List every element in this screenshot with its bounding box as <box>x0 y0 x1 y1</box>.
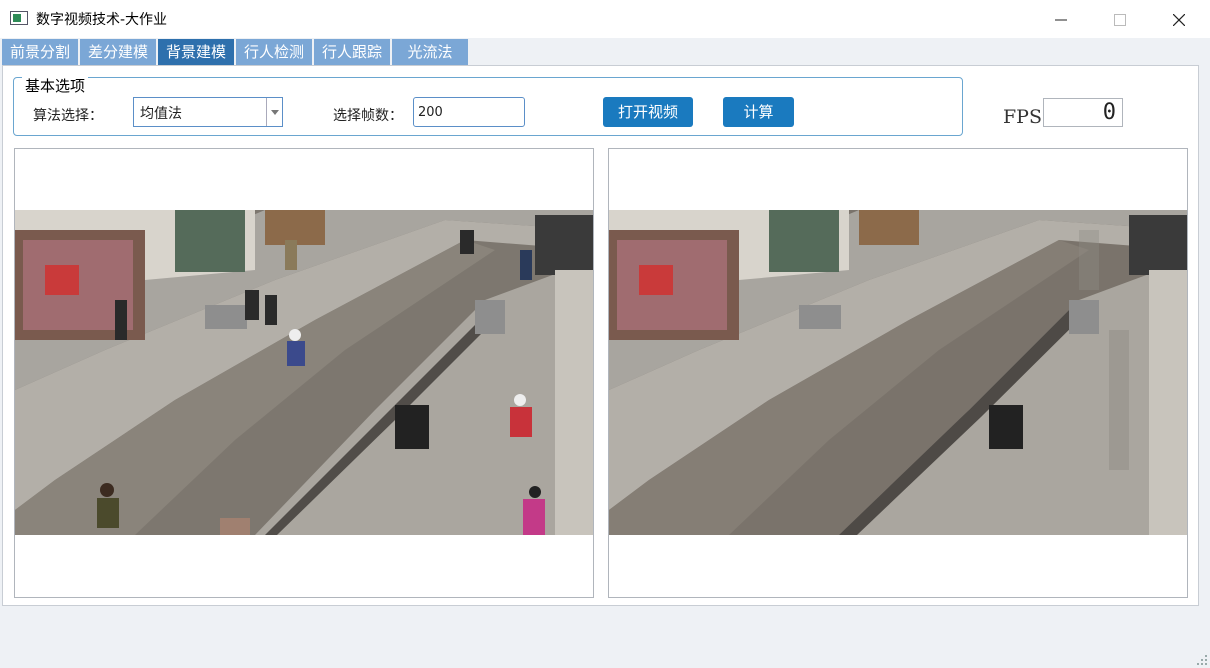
tab-foreground-segmentation[interactable]: 前景分割 <box>2 39 78 65</box>
algorithm-select[interactable]: 均值法 <box>133 97 283 127</box>
tab-pedestrian-tracking[interactable]: 行人跟踪 <box>314 39 390 65</box>
algorithm-label: 算法选择： <box>33 108 103 124</box>
background-model-frame <box>608 148 1188 598</box>
compute-button[interactable]: 计算 <box>723 97 794 127</box>
tab-pedestrian-detection[interactable]: 行人检测 <box>236 39 312 65</box>
fps-value: 0 <box>1102 100 1116 125</box>
background-model-image <box>609 210 1187 535</box>
group-title: 基本选项 <box>22 75 89 96</box>
frames-input-box[interactable] <box>413 97 525 127</box>
maximize-icon[interactable] <box>1097 0 1143 38</box>
algorithm-value: 均值法 <box>140 106 182 122</box>
original-video-image <box>15 210 593 535</box>
tab-background-modeling[interactable]: 背景建模 <box>158 39 234 65</box>
open-video-button[interactable]: 打开视频 <box>603 97 693 127</box>
frames-label: 选择帧数： <box>333 108 403 124</box>
tab-difference-modeling[interactable]: 差分建模 <box>80 39 156 65</box>
original-video-frame <box>14 148 594 598</box>
chevron-down-icon[interactable] <box>266 98 282 126</box>
frames-input[interactable] <box>418 99 518 125</box>
app-icon <box>10 11 28 25</box>
resize-grip-icon[interactable] <box>1197 655 1207 665</box>
fps-display: 0 <box>1043 98 1123 127</box>
title-bar: 数字视频技术-大作业 <box>0 0 1210 38</box>
fps-label: FPS <box>1003 106 1042 128</box>
close-icon[interactable] <box>1156 0 1202 38</box>
window-title: 数字视频技术-大作业 <box>36 12 168 28</box>
tab-optical-flow[interactable]: 光流法 <box>392 39 468 65</box>
minimize-icon[interactable] <box>1038 0 1084 38</box>
